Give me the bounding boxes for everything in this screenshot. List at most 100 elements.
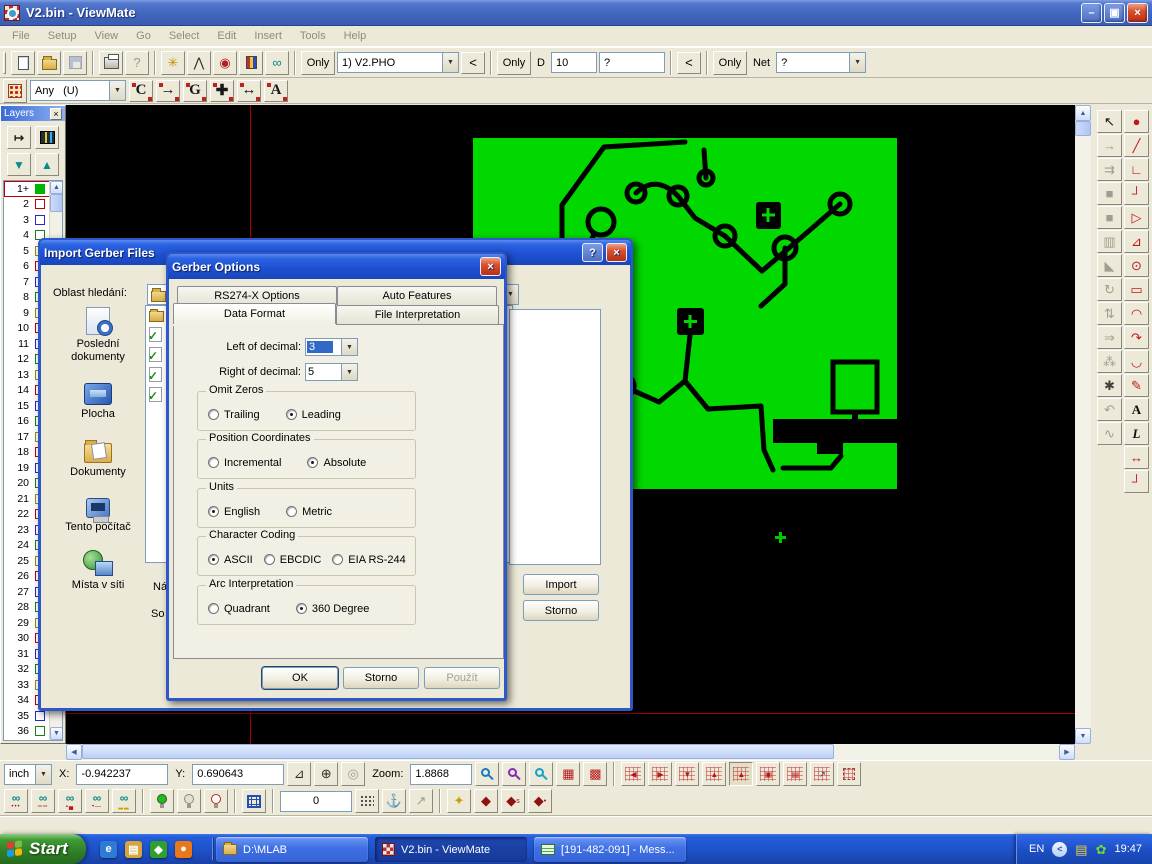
draw-rectangle-button[interactable]: ▭ [1124,278,1149,301]
radio-option[interactable]: EBCDIC [264,554,322,566]
place-item[interactable]: Dokumenty [53,438,143,479]
fill-polygon-button[interactable]: ■ [1097,182,1122,205]
radio-icon[interactable] [286,506,297,517]
menu-item[interactable]: Help [335,28,376,44]
pan-left-button[interactable]: ◀ [621,762,645,786]
tray-messenger-icon[interactable]: ✿ [1096,843,1107,856]
radio-icon[interactable] [296,603,307,614]
grid-subtract-button[interactable]: ▣ [756,762,780,786]
menu-item[interactable]: Setup [39,28,86,44]
radio-icon[interactable] [208,603,219,614]
chevron-down-icon[interactable] [35,765,51,784]
dcode-filter-input[interactable]: ? [599,52,665,73]
chevron-down-icon[interactable] [341,364,357,380]
place-item[interactable]: Místa v síti [53,550,143,592]
only-net-button[interactable]: Only [713,51,747,75]
move-item-button[interactable]: → [1097,134,1122,157]
layers-table-button[interactable] [35,126,59,149]
cancel-button[interactable]: Storno [343,667,419,689]
radio-icon[interactable] [208,457,219,468]
zoom-in-button[interactable] [475,762,499,786]
net-combobox[interactable]: ? [776,52,866,73]
radio-option[interactable]: Metric [286,506,332,518]
file-item-icon[interactable] [149,347,162,362]
radio-icon[interactable] [208,409,219,420]
probe-point-button[interactable]: ◎ [341,762,365,786]
radio-option[interactable]: 360 Degree [296,603,370,615]
anchor-datum-button[interactable]: ⚓ [382,789,406,813]
insert-layer-button[interactable]: ↦ [7,126,31,149]
apply-button[interactable]: Použít [424,667,500,689]
angle-measure-button[interactable]: ⊿ [287,762,311,786]
selection-filter-combobox[interactable]: Any (U) [30,80,126,101]
draw-corner-button[interactable]: ┘ [1124,182,1149,205]
tool-c-button[interactable]: C [129,80,153,102]
tool-add-button[interactable]: ✚ [210,80,234,102]
radio-icon[interactable] [332,554,343,565]
grid-spacing-field[interactable]: 0 [280,791,352,812]
layer-ref-bulb-button[interactable] [204,789,228,813]
dcode-view-lines-button[interactable]: ∞ ══ [31,789,55,813]
text-tool-button[interactable]: A [1124,398,1149,421]
transfer-item-button[interactable]: ⇒ [1097,326,1122,349]
right-of-decimal-combobox[interactable]: 5 [305,363,358,381]
toolbar-grip[interactable] [3,52,6,74]
tray-notes-icon[interactable]: ▤ [1075,843,1087,856]
horizontal-scrollbar[interactable]: ◀ ▶ [66,744,1075,760]
layer-colors-button[interactable] [239,51,263,75]
close-icon[interactable]: × [480,257,501,276]
start-button[interactable]: Start [0,834,86,864]
only-dcode-button[interactable]: Only [497,51,531,75]
radio-icon[interactable] [208,506,219,517]
radio-option[interactable]: Incremental [208,457,281,469]
previous-net-button[interactable]: < [677,52,701,74]
place-item[interactable]: Tento počítač [53,496,143,534]
pan-down-button[interactable]: ▼ [675,762,699,786]
layer-on-bulb-button[interactable] [150,789,174,813]
stretch-view-button[interactable]: ↗ [810,762,834,786]
close-icon[interactable]: × [606,243,627,262]
open-file-button[interactable] [37,51,61,75]
chevron-down-icon[interactable] [442,53,458,72]
layers-panel-titlebar[interactable]: Layers × [1,106,65,121]
draw-aperture-button[interactable]: ▷ [1124,206,1149,229]
draw-arc-ccw-button[interactable]: ◡ [1124,350,1149,373]
copy-items-button[interactable]: ⇉ [1097,158,1122,181]
layer-combobox[interactable]: 1) V2.PHO [337,52,459,73]
gerber-dialog-titlebar[interactable]: Gerber Options × [168,254,505,279]
pan-page-button[interactable]: ▲ [729,762,753,786]
move-layer-up-button[interactable]: ▲ [35,153,59,176]
scroll-up-icon[interactable]: ▲ [1075,105,1091,121]
context-help-button[interactable]: ? [125,51,149,75]
radio-icon[interactable] [307,457,318,468]
browser-quicklaunch-icon[interactable]: ● [175,841,192,858]
mirror-vertical-button[interactable]: ◣ [1097,254,1122,277]
undo-button[interactable]: ↶ [1097,398,1122,421]
new-file-button[interactable] [11,51,35,75]
save-file-button[interactable] [63,51,87,75]
pad-diamond-button[interactable]: ◆ [474,789,498,813]
task-button[interactable]: V2.bin - ViewMate [375,837,527,862]
layer-color-checkbox[interactable] [35,711,45,721]
draw-polyline-button[interactable]: ∟ [1124,158,1149,181]
menu-item[interactable]: File [3,28,39,44]
only-layer-button[interactable]: Only [301,51,335,75]
radio-icon[interactable] [286,409,297,420]
radio-option[interactable]: ASCII [208,554,253,566]
layers-panel-close-button[interactable]: × [50,108,62,120]
layer-color-checkbox[interactable] [35,215,45,225]
settings-gear-button[interactable]: ✱ [1097,374,1122,397]
flash-highlight-button[interactable]: ✳ [161,51,185,75]
dcode-view-marked-button[interactable]: ∞ ▂▂ [112,789,136,813]
radio-option[interactable]: Trailing [208,409,260,421]
radio-icon[interactable] [208,554,219,565]
menu-item[interactable]: Select [160,28,209,44]
draw-circle-button[interactable]: ⊙ [1124,254,1149,277]
restore-button[interactable]: ▣ [1104,3,1125,23]
zoom-window-button[interactable] [502,762,526,786]
select-region-button[interactable] [837,762,861,786]
draw-triangle-button[interactable]: ⊿ [1124,230,1149,253]
help-button[interactable]: ? [582,243,603,262]
flash-pad-button[interactable]: ● [1124,110,1149,133]
zoom-selection-button[interactable] [529,762,553,786]
